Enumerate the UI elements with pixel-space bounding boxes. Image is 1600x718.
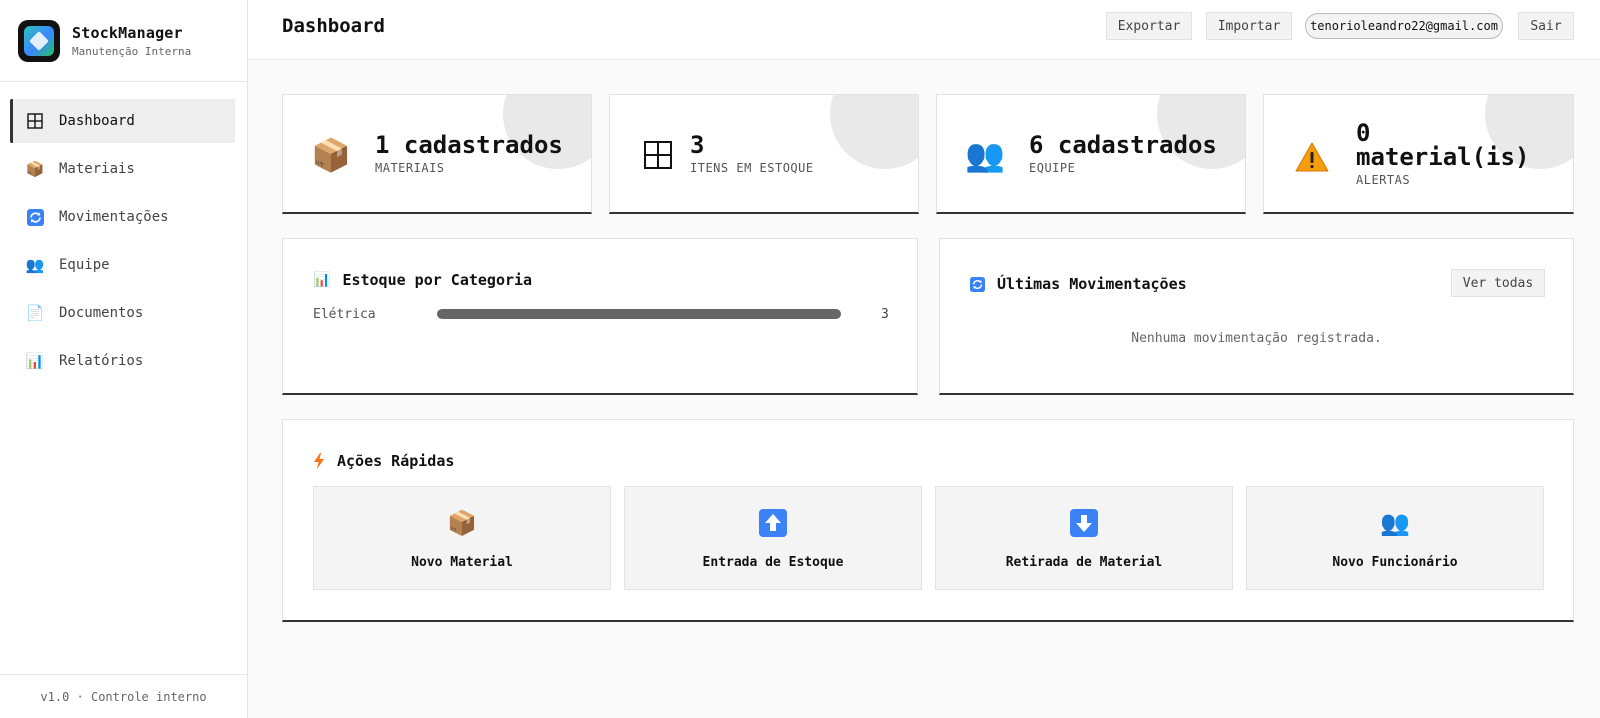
stock-by-category-panel: 📊 Estoque por Categoria Elétrica 3 [282, 238, 918, 395]
new-employee-button[interactable]: 👥 Novo Funcionário [1246, 486, 1544, 590]
panel-title-text: Últimas Movimentações [997, 275, 1187, 293]
category-label: Elétrica [313, 307, 376, 322]
page-title: Dashboard [282, 15, 385, 37]
import-button[interactable]: Importar [1206, 12, 1292, 40]
arrow-down-icon [936, 509, 1232, 537]
sidebar-item-equipe[interactable]: 👥 Equipe [10, 243, 235, 287]
stat-label: ITENS EM ESTOQUE [690, 161, 814, 175]
panel-title: Ações Rápidas [313, 452, 454, 470]
people-icon: 👥 [25, 256, 45, 274]
action-label: Entrada de Estoque [702, 555, 844, 570]
stat-value-count: 0 [1356, 119, 1371, 147]
category-count: 3 [881, 307, 889, 322]
refresh-icon [970, 276, 985, 292]
see-all-button[interactable]: Ver todas [1451, 269, 1545, 297]
panel-title: 📊 Estoque por Categoria [313, 271, 532, 289]
topbar: Dashboard Exportar Importar tenorioleand… [248, 0, 1600, 60]
sidebar-footer: v1.0 · Controle interno [0, 674, 247, 718]
stat-label: MATERIAIS [375, 161, 445, 175]
document-icon: 📄 [25, 304, 45, 322]
sidebar-item-documentos[interactable]: 📄 Documentos [10, 291, 235, 335]
sidebar-item-movimentacoes[interactable]: Movimentações [10, 195, 235, 239]
stat-label: ALERTAS [1356, 173, 1411, 187]
sidebar-item-label: Materiais [59, 161, 135, 177]
logout-button[interactable]: Sair [1518, 12, 1574, 40]
card-decoration [830, 95, 918, 169]
stat-value: 1 cadastrados [375, 131, 563, 159]
sidebar-item-label: Dashboard [59, 113, 135, 129]
lightning-icon [313, 453, 325, 469]
brand-subtitle: Manutenção Interna [72, 44, 192, 58]
arrow-up-icon [625, 509, 921, 537]
action-label: Novo Funcionário [1332, 555, 1458, 570]
panel-title: Últimas Movimentações [970, 275, 1187, 293]
category-bar-fill [437, 309, 841, 319]
export-button[interactable]: Exportar [1106, 12, 1192, 40]
sidebar: StockManager Manutenção Interna Dashboar… [0, 0, 248, 718]
recent-movements-panel: Últimas Movimentações Ver todas Nenhuma … [939, 238, 1574, 395]
quick-actions-panel: Ações Rápidas 📦 Novo Material Entrada de… [282, 419, 1574, 622]
category-bar [437, 309, 841, 319]
app-logo-icon [18, 19, 60, 62]
stat-value: 3 [690, 131, 705, 159]
grid-icon [26, 112, 44, 130]
new-material-button[interactable]: 📦 Novo Material [313, 486, 611, 590]
stat-value-unit: material(is) [1356, 143, 1530, 171]
sidebar-item-dashboard[interactable]: Dashboard [10, 99, 235, 143]
sidebar-item-label: Equipe [59, 257, 110, 273]
user-email-badge[interactable]: tenorioleandro22@gmail.com [1305, 13, 1503, 39]
brand-title: StockManager [72, 23, 183, 42]
refresh-icon [26, 208, 44, 226]
sidebar-item-relatorios[interactable]: 📊 Relatórios [10, 339, 235, 383]
stat-value: 6 cadastrados [1029, 131, 1217, 159]
material-withdrawal-button[interactable]: Retirada de Material [935, 486, 1233, 590]
sidebar-item-label: Movimentações [59, 209, 169, 225]
chart-icon: 📊 [25, 352, 45, 370]
box-icon: 📦 [311, 136, 351, 174]
people-icon: 👥 [965, 136, 1005, 174]
sidebar-item-label: Documentos [59, 305, 144, 321]
stat-card-equipe: 👥 6 cadastrados EQUIPE [936, 94, 1246, 214]
stat-card-materiais: 📦 1 cadastrados MATERIAIS [282, 94, 592, 214]
stat-card-estoque: 3 ITENS EM ESTOQUE [609, 94, 919, 214]
action-label: Retirada de Material [1005, 555, 1163, 570]
box-icon: 📦 [25, 160, 45, 178]
stock-entry-button[interactable]: Entrada de Estoque [624, 486, 922, 590]
sidebar-item-materiais[interactable]: 📦 Materiais [10, 147, 235, 191]
panel-title-text: Estoque por Categoria [342, 271, 533, 289]
stat-card-alertas: 0 material(is) ALERTAS [1263, 94, 1574, 214]
sidebar-nav: Dashboard 📦 Materiais Movimentações 👥 Eq… [0, 82, 247, 383]
stat-label: EQUIPE [1029, 161, 1076, 175]
brand: StockManager Manutenção Interna [0, 0, 247, 82]
action-label: Novo Material [411, 555, 513, 570]
empty-state-text: Nenhuma movimentação registrada. [1131, 331, 1382, 346]
panel-title-text: Ações Rápidas [337, 452, 455, 470]
box-icon: 📦 [447, 509, 477, 537]
warning-icon [1294, 139, 1330, 175]
grid-icon [640, 137, 676, 173]
people-icon: 👥 [1380, 509, 1410, 537]
chart-icon: 📊 [313, 272, 331, 288]
sidebar-item-label: Relatórios [59, 353, 144, 369]
